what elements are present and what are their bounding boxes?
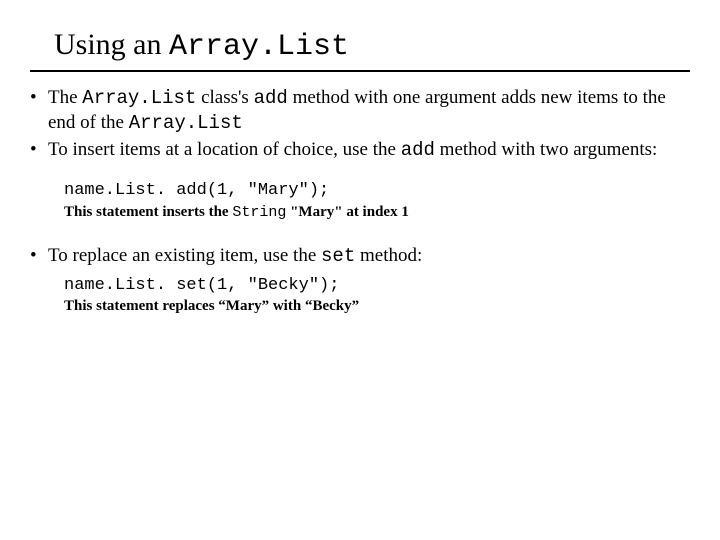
bullet-item: • To insert items at a location of choic…: [30, 138, 690, 163]
mono-part: Array.List: [82, 87, 196, 109]
text-part: This statement inserts the: [64, 204, 232, 220]
bullet-text: To insert items at a location of choice,…: [48, 138, 690, 163]
mono-part: add: [401, 139, 435, 161]
bullet-item: • The Array.List class's add method with…: [30, 86, 690, 136]
mono-part: String: [232, 204, 286, 221]
text-part: "Mary" at index 1: [286, 204, 408, 220]
spacer: [30, 226, 690, 244]
title-text: Using an: [54, 28, 169, 61]
mono-part: add: [254, 87, 288, 109]
text-part: This statement replaces “Mary” with “Bec…: [64, 298, 359, 314]
text-part: method with two arguments:: [435, 139, 657, 160]
bullet-text: The Array.List class's add method with o…: [48, 86, 690, 136]
code-block: name.List. add(1, "Mary"); This statemen…: [64, 180, 690, 222]
text-part: class's: [196, 87, 253, 108]
code-block: name.List. set(1, "Becky"); This stateme…: [64, 275, 690, 316]
text-part: To replace an existing item, use the: [48, 245, 321, 266]
slide-title: Using an Array.List: [54, 28, 690, 64]
text-part: To insert items at a location of choice,…: [48, 139, 401, 160]
code-description: This statement replaces “Mary” with “Bec…: [64, 297, 690, 316]
text-part: The: [48, 87, 82, 108]
bullet-item: • To replace an existing item, use the s…: [30, 244, 690, 269]
code-line: name.List. set(1, "Becky");: [64, 275, 690, 296]
title-mono: Array.List: [169, 30, 349, 64]
mono-part: Array.List: [129, 112, 243, 134]
text-part: method:: [355, 245, 422, 266]
bullet-dot: •: [30, 138, 48, 163]
slide: Using an Array.List • The Array.List cla…: [0, 0, 720, 316]
bullet-text: To replace an existing item, use the set…: [48, 244, 690, 269]
bullet-dot: •: [30, 244, 48, 269]
code-line: name.List. add(1, "Mary");: [64, 180, 690, 201]
mono-part: set: [321, 245, 355, 267]
bullet-list: • The Array.List class's add method with…: [30, 86, 690, 316]
spacer: [30, 271, 690, 273]
code-description: This statement inserts the String "Mary"…: [64, 203, 690, 223]
title-underline: [30, 70, 690, 72]
bullet-dot: •: [30, 86, 48, 136]
